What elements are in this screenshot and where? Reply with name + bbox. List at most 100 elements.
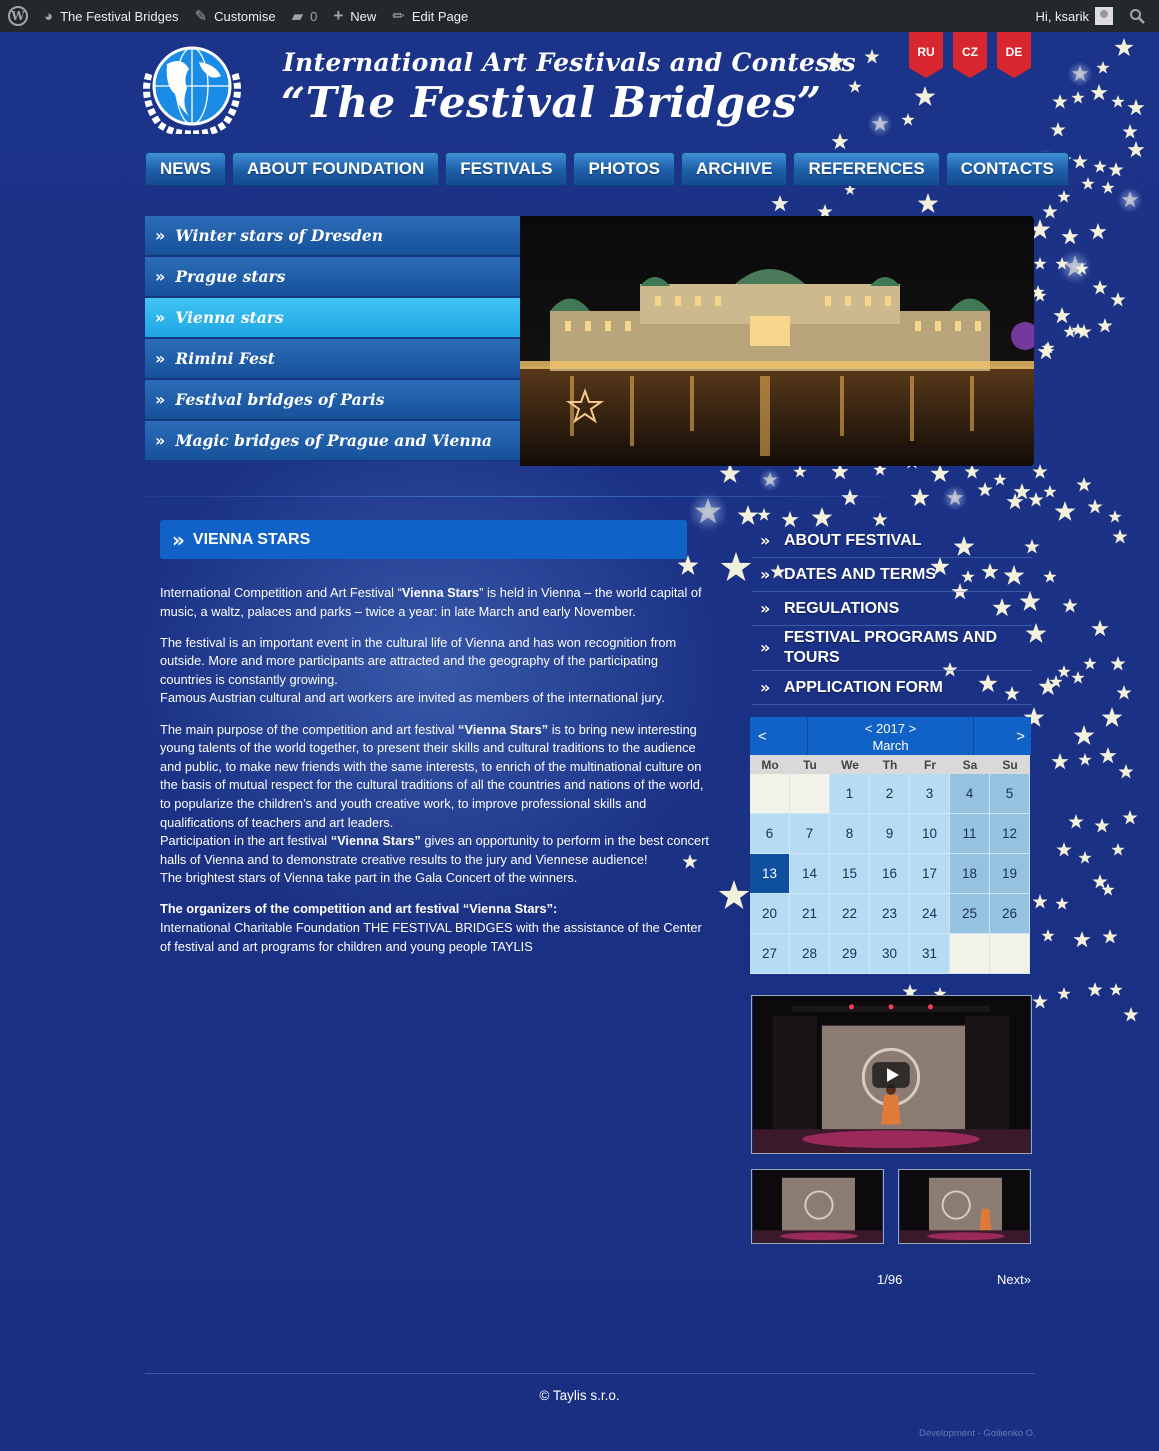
calendar-day[interactable]: 7 (790, 814, 830, 854)
nav-references[interactable]: REFERENCES (793, 152, 940, 186)
festival-item-winter-stars-of-dresden[interactable]: » Winter stars of Dresden (145, 216, 520, 256)
new-content-link[interactable]: + New (325, 0, 384, 32)
event-calendar: < < 2017 > March > Mo Tu We Th Fr Sa Su 1 2 3 4 5 6 7… (750, 717, 1031, 974)
calendar-day[interactable]: 3 (910, 774, 950, 814)
calendar-month-title: < 2017 > March (808, 717, 973, 755)
calendar-day[interactable]: 2 (870, 774, 910, 814)
side-menu-application-form[interactable]: » APPLICATION FORM (752, 671, 1032, 705)
side-menu-about-festival[interactable]: » ABOUT FESTIVAL (752, 524, 1032, 558)
nav-contacts[interactable]: CONTACTS (945, 152, 1069, 186)
paragraph-intro: International Competition and Art Festiv… (160, 585, 702, 619)
footer-divider (145, 1373, 1035, 1374)
video-next-link[interactable]: Next» (997, 1272, 1031, 1287)
video-pager-count: 1/96 (877, 1272, 903, 1287)
calendar-day[interactable]: 11 (950, 814, 990, 854)
calendar-weekday: Sa (950, 755, 990, 774)
calendar-weekday: Fr (910, 755, 950, 774)
plus-icon: + (333, 6, 344, 25)
dashboard-icon: ◕ (44, 7, 54, 25)
site-name-link[interactable]: ◕ The Festival Bridges (36, 0, 187, 32)
calendar-weekday: Mo (750, 755, 790, 774)
calendar-day[interactable]: 12 (990, 814, 1030, 854)
nav-photos[interactable]: PHOTOS (573, 152, 675, 186)
calendar-year-switch[interactable]: < 2017 > (808, 720, 973, 737)
page-title: » VIENNA STARS (160, 520, 687, 559)
calendar-day[interactable]: 22 (830, 894, 870, 934)
calendar-day[interactable]: 18 (950, 854, 990, 894)
festival-list: » Winter stars of Dresden » Prague stars »… (145, 216, 520, 462)
comments-link[interactable]: ▰ 0 (284, 0, 326, 32)
calendar-day[interactable]: 17 (910, 854, 950, 894)
calendar-day[interactable]: 28 (790, 934, 830, 974)
nav-news[interactable]: NEWS (145, 152, 226, 186)
footer-developer-credit[interactable]: Development - Goliienko O. (919, 1428, 1036, 1439)
festival-item-prague-stars[interactable]: » Prague stars (145, 257, 520, 297)
calendar-empty-cell (750, 774, 790, 814)
calendar-weekday: Th (870, 755, 910, 774)
calendar-day[interactable]: 10 (910, 814, 950, 854)
calendar-day[interactable]: 4 (950, 774, 990, 814)
calendar-day[interactable]: 9 (870, 814, 910, 854)
calendar-day[interactable]: 15 (830, 854, 870, 894)
nav-about-foundation[interactable]: ABOUT FOUNDATION (232, 152, 440, 186)
chevron-double-right-icon: » (155, 267, 166, 286)
chevron-double-right-icon: » (155, 349, 166, 368)
side-menu-dates-and-terms[interactable]: » DATES AND TERMS (752, 558, 1032, 592)
video-player[interactable] (751, 995, 1032, 1154)
calendar-day[interactable]: 6 (750, 814, 790, 854)
chevron-double-right-icon: » (155, 390, 166, 409)
side-menu-festival-programs-and-tours[interactable]: » FESTIVAL PROGRAMS AND TOURS (752, 626, 1032, 671)
paragraph-purpose: The main purpose of the competition and … (160, 721, 709, 886)
calendar-day[interactable]: 31 (910, 934, 950, 974)
calendar-month-label: March (872, 738, 909, 753)
video-thumbnail-2[interactable] (898, 1169, 1031, 1244)
pencil-icon: ✏ (392, 8, 405, 25)
calendar-day[interactable]: 19 (990, 854, 1030, 894)
festival-item-vienna-stars[interactable]: » Vienna stars (145, 298, 520, 338)
side-menu-regulations[interactable]: » REGULATIONS (752, 592, 1032, 626)
calendar-day[interactable]: 14 (790, 854, 830, 894)
wordpress-menu[interactable]: W (0, 0, 36, 32)
account-menu[interactable]: Hi, ksarik (1028, 0, 1121, 32)
paragraph-organizers: The organizers of the competition and ar… (160, 901, 702, 954)
calendar-day[interactable]: 25 (950, 894, 990, 934)
calendar-day[interactable]: 8 (830, 814, 870, 854)
video-thumbnail-1[interactable] (751, 1169, 884, 1244)
chevron-double-right-icon: » (760, 678, 771, 697)
comment-icon: ▰ (291, 8, 304, 25)
chevron-double-right-icon: » (155, 308, 166, 327)
page-content: International Competition and Art Festiv… (160, 584, 710, 969)
calendar-next-month-button[interactable]: > (973, 717, 1031, 755)
calendar-empty-cell (990, 934, 1030, 974)
festival-item-rimini-fest[interactable]: » Rimini Fest (145, 339, 520, 379)
calendar-weekday: Su (990, 755, 1030, 774)
calendar-day[interactable]: 1 (830, 774, 870, 814)
calendar-day[interactable]: 16 (870, 854, 910, 894)
calendar-day[interactable]: 24 (910, 894, 950, 934)
calendar-day[interactable]: 27 (750, 934, 790, 974)
calendar-grid: Mo Tu We Th Fr Sa Su 1 2 3 4 5 6 7 8 9 10 11 12 13 14 15 16 17 1… (750, 755, 1031, 974)
calendar-prev-month-button[interactable]: < (750, 717, 808, 755)
search-button[interactable] (1121, 0, 1159, 32)
festival-item-festival-bridges-of-paris[interactable]: » Festival bridges of Paris (145, 380, 520, 420)
calendar-empty-cell (790, 774, 830, 814)
chevron-double-right-icon: » (760, 638, 771, 657)
festival-item-magic-bridges-of-prague-and-vienna[interactable]: » Magic bridges of Prague and Vienna (145, 421, 520, 461)
paragraph-recognition: The festival is an important event in th… (160, 634, 677, 706)
wordpress-logo-icon: W (8, 6, 28, 26)
chevron-double-right-icon: » (155, 226, 166, 245)
calendar-day[interactable]: 26 (990, 894, 1030, 934)
nav-archive[interactable]: ARCHIVE (680, 152, 788, 186)
calendar-day[interactable]: 23 (870, 894, 910, 934)
calendar-day[interactable]: 30 (870, 934, 910, 974)
nav-festivals[interactable]: FESTIVALS (445, 152, 568, 186)
calendar-day[interactable]: 13 (750, 854, 790, 894)
customise-link[interactable]: ✎ Customise (187, 0, 284, 32)
calendar-day[interactable]: 5 (990, 774, 1030, 814)
edit-page-link[interactable]: ✏ Edit Page (384, 0, 476, 32)
site-title[interactable]: “The Festival Bridges” (281, 78, 822, 127)
calendar-day[interactable]: 21 (790, 894, 830, 934)
avatar (1095, 7, 1113, 25)
calendar-day[interactable]: 29 (830, 934, 870, 974)
calendar-day[interactable]: 20 (750, 894, 790, 934)
